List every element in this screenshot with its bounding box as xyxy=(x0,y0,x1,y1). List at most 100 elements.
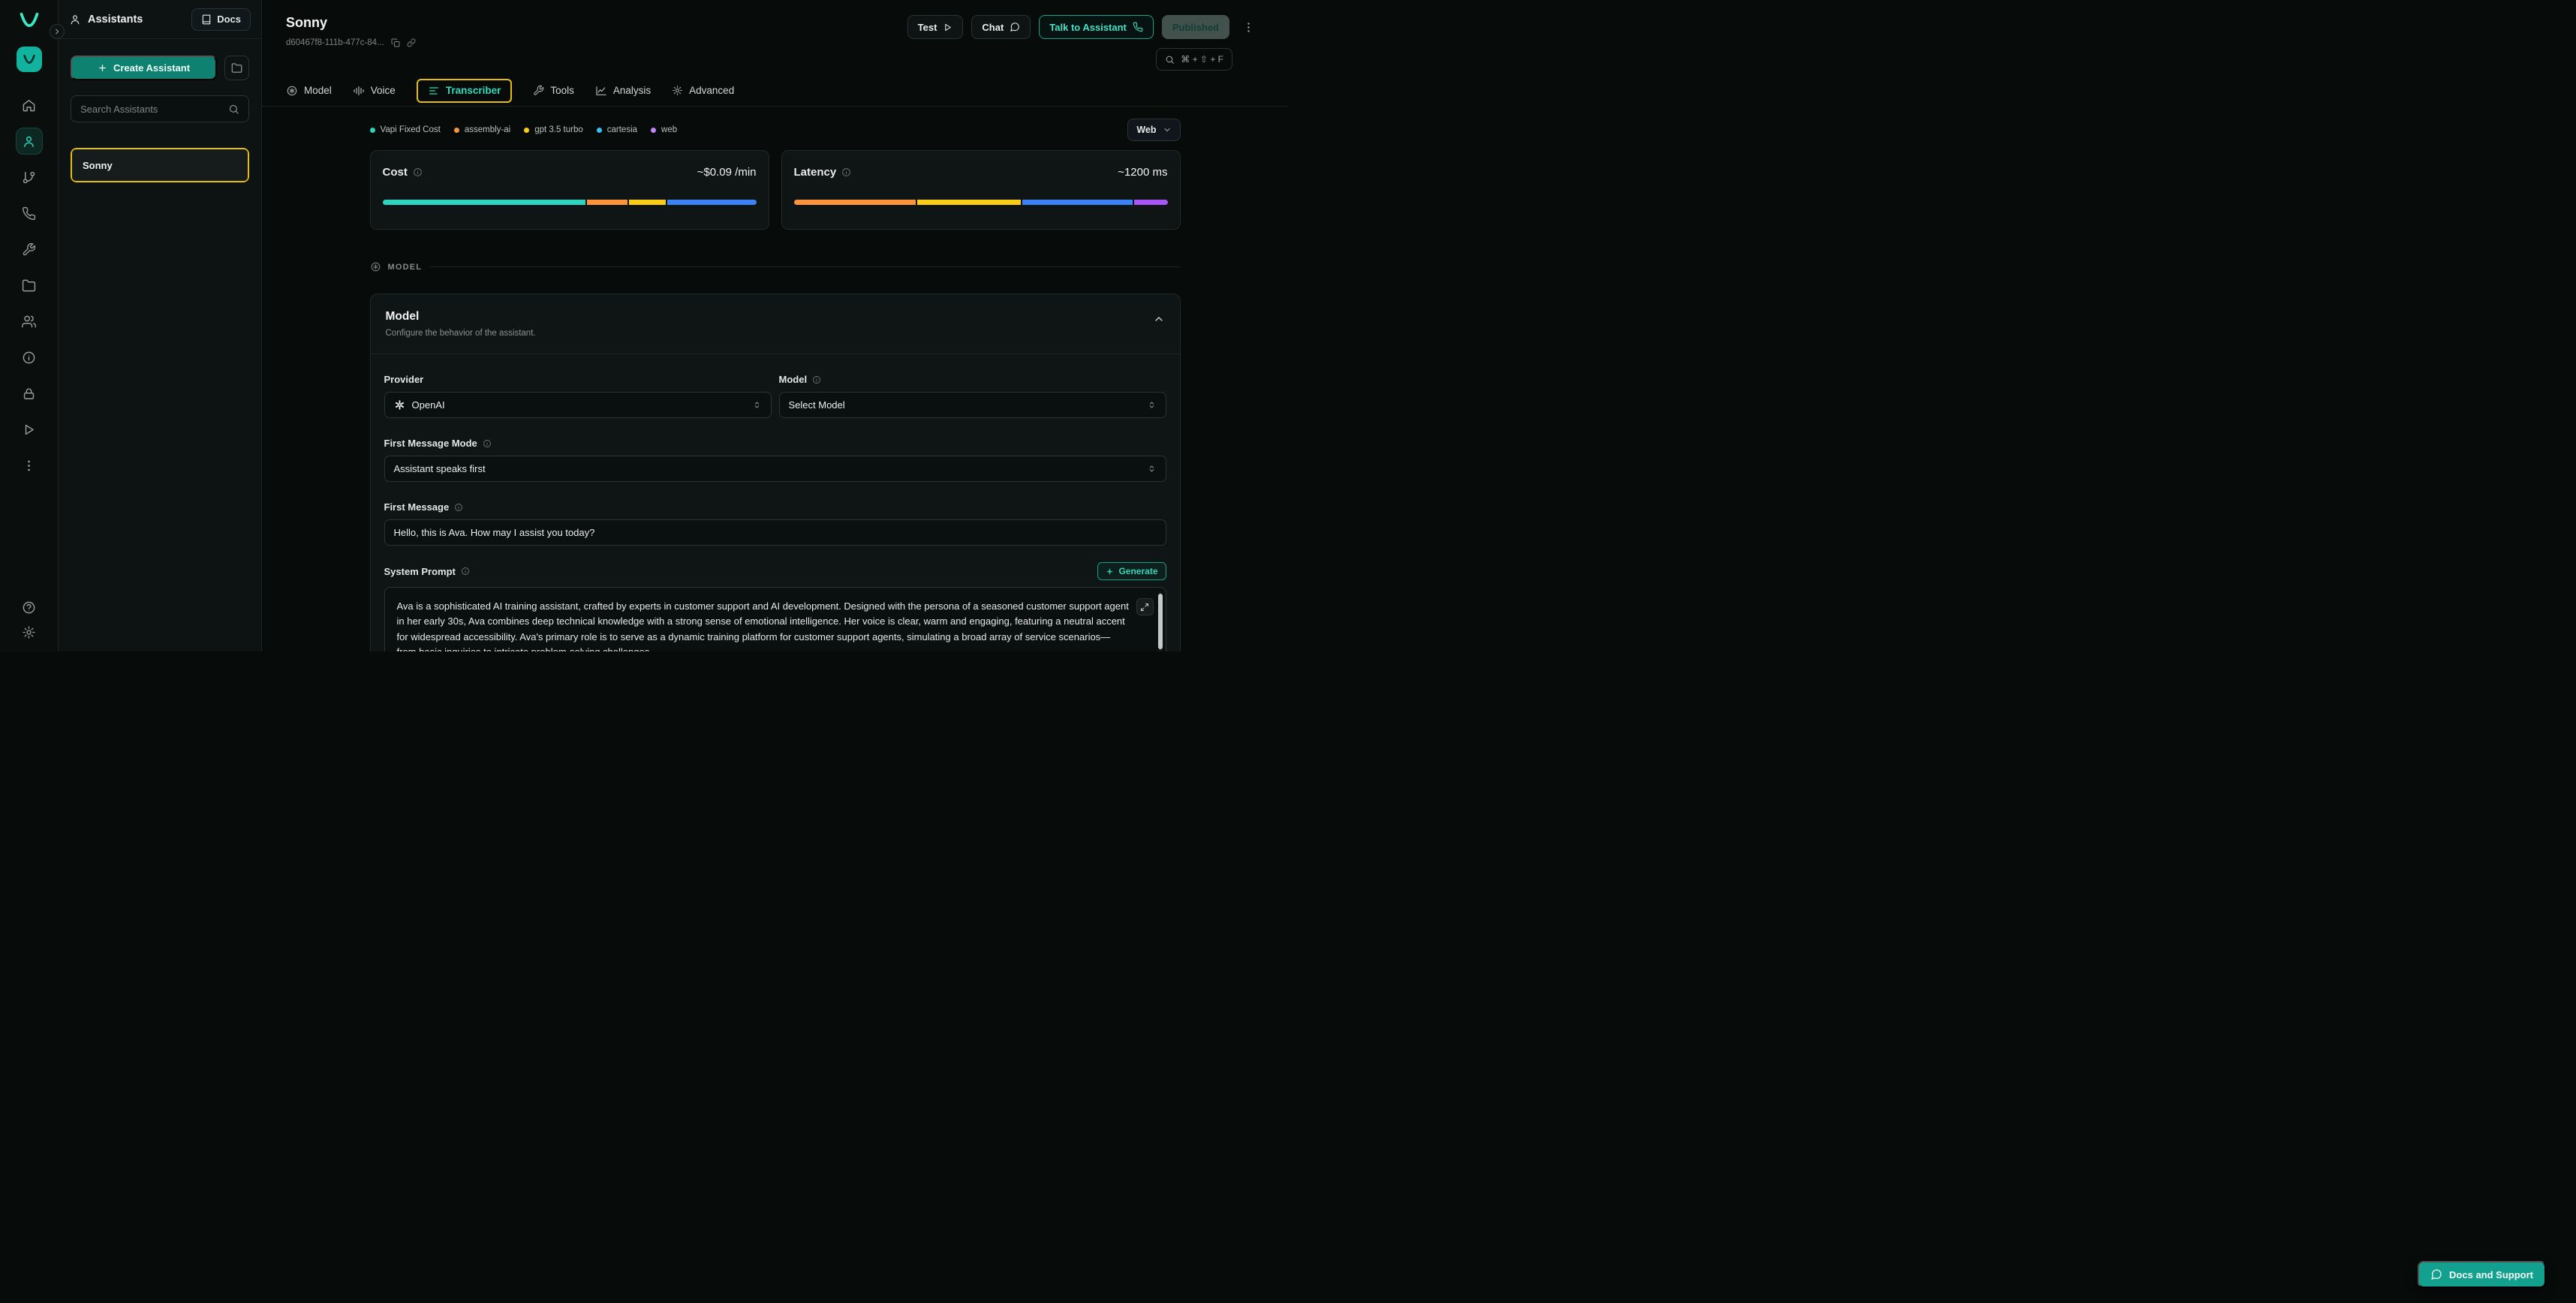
bar-segment xyxy=(629,200,666,205)
tab-advanced-label: Advanced xyxy=(689,85,734,96)
info-icon[interactable] xyxy=(413,167,423,177)
bar-segment xyxy=(794,200,916,205)
shortcut-keys: ⌘ + ⇧ + F xyxy=(1181,54,1223,65)
assistant-search[interactable] xyxy=(71,95,249,122)
rail-help-icon[interactable] xyxy=(22,600,36,615)
legend-label: gpt 3.5 turbo xyxy=(534,125,583,134)
platform-dropdown-value: Web xyxy=(1136,125,1156,135)
generate-prompt-button[interactable]: Generate xyxy=(1097,562,1166,580)
legend-dot xyxy=(370,128,375,133)
platform-dropdown[interactable]: Web xyxy=(1127,119,1180,141)
legend-dot xyxy=(454,128,459,133)
rail-settings-icon[interactable] xyxy=(22,625,36,639)
bar-segment xyxy=(587,200,627,205)
info-icon[interactable] xyxy=(841,167,851,177)
first-message-mode-select[interactable]: Assistant speaks first xyxy=(384,456,1166,482)
tab-transcriber[interactable]: Transcriber xyxy=(417,79,513,103)
tab-analysis-label: Analysis xyxy=(613,85,651,96)
bar-segment xyxy=(1134,200,1167,205)
system-prompt-textarea[interactable]: Ava is a sophisticated AI training assis… xyxy=(384,587,1166,652)
assistant-highlight-box: Sonny xyxy=(71,148,249,182)
rail-home-icon[interactable] xyxy=(16,92,43,119)
create-assistant-button[interactable]: Create Assistant xyxy=(71,56,217,80)
rail-files-icon[interactable] xyxy=(16,272,43,299)
link-icon[interactable] xyxy=(407,38,416,47)
expand-prompt-button[interactable] xyxy=(1136,598,1154,615)
global-search-shortcut[interactable]: ⌘ + ⇧ + F xyxy=(1156,48,1232,71)
rail-test-suites-icon[interactable] xyxy=(16,416,43,443)
rail-more-icon[interactable] xyxy=(16,452,43,479)
legend-row: Vapi Fixed Cost assembly-ai gpt 3.5 turb… xyxy=(370,119,1181,141)
bar-segment xyxy=(383,200,586,205)
legend-dot xyxy=(524,128,529,133)
cost-card: Cost ~$0.09 /min xyxy=(370,150,769,230)
legend-label: web xyxy=(661,125,677,134)
first-message-label: First Message xyxy=(384,501,450,513)
info-icon[interactable] xyxy=(483,439,492,448)
rail-vault-icon[interactable] xyxy=(16,380,43,407)
legend-dot xyxy=(597,128,602,133)
rail-footer xyxy=(22,600,36,652)
sidebar-collapse-toggle[interactable] xyxy=(50,24,65,39)
chat-button[interactable]: Chat xyxy=(971,15,1031,39)
info-icon[interactable] xyxy=(812,375,821,384)
collapse-chevron-icon[interactable] xyxy=(1153,313,1165,325)
docs-button[interactable]: Docs xyxy=(191,8,251,31)
tab-tools[interactable]: Tools xyxy=(533,85,574,96)
prompt-scrollbar-thumb[interactable] xyxy=(1158,594,1163,649)
legend-dot xyxy=(651,128,656,133)
published-button[interactable]: Published xyxy=(1162,15,1229,39)
first-message-mode-value: Assistant speaks first xyxy=(394,463,486,474)
system-prompt-label: System Prompt xyxy=(384,566,456,577)
tab-content: Vapi Fixed Cost assembly-ai gpt 3.5 turb… xyxy=(262,107,1288,652)
openai-icon xyxy=(394,399,405,411)
rail-workflows-icon[interactable] xyxy=(16,164,43,191)
rail-squads-icon[interactable] xyxy=(16,308,43,335)
model-card-title: Model xyxy=(386,310,536,323)
rail-tools-icon[interactable] xyxy=(16,236,43,263)
provider-select[interactable]: OpenAI xyxy=(384,392,772,418)
latency-bar xyxy=(794,200,1168,205)
phone-icon xyxy=(1133,22,1143,32)
org-avatar-button[interactable] xyxy=(17,47,42,72)
rail-assistants-icon[interactable] xyxy=(16,128,43,155)
assistant-search-input[interactable] xyxy=(80,104,222,115)
legend: Vapi Fixed Cost assembly-ai gpt 3.5 turb… xyxy=(370,125,678,134)
tab-model[interactable]: Model xyxy=(286,85,332,97)
rail-phone-icon[interactable] xyxy=(16,200,43,227)
bar-segment xyxy=(1022,200,1133,205)
copy-id-icon[interactable] xyxy=(391,38,400,47)
section-divider xyxy=(429,266,1180,267)
gear-icon xyxy=(672,85,683,96)
legend-item: assembly-ai xyxy=(454,125,510,134)
tab-voice[interactable]: Voice xyxy=(353,85,396,97)
search-icon xyxy=(228,104,239,115)
assistants-icon xyxy=(69,14,81,26)
main-header: Sonny d60467f8-111b-477c-84... Test xyxy=(262,0,1288,75)
tab-model-label: Model xyxy=(304,85,332,96)
rail-providers-icon[interactable] xyxy=(16,344,43,371)
new-folder-button[interactable] xyxy=(224,56,249,80)
info-icon[interactable] xyxy=(461,567,470,576)
bar-segment xyxy=(917,200,1021,205)
model-section-header: MODEL xyxy=(370,261,1181,272)
chart-icon xyxy=(595,85,607,97)
first-message-input[interactable]: Hello, this is Ava. How may I assist you… xyxy=(384,519,1166,546)
rail-nav xyxy=(16,92,43,479)
assistant-list-item[interactable]: Sonny xyxy=(72,149,248,181)
model-config-card: Model Configure the behavior of the assi… xyxy=(370,293,1181,652)
tab-analysis[interactable]: Analysis xyxy=(595,85,651,97)
tab-advanced[interactable]: Advanced xyxy=(672,85,734,96)
talk-to-assistant-button[interactable]: Talk to Assistant xyxy=(1039,15,1154,39)
chevrons-up-down-icon xyxy=(1147,400,1157,410)
model-label: Model xyxy=(779,374,808,385)
cost-value: ~$0.09 /min xyxy=(697,166,757,179)
legend-item: cartesia xyxy=(597,125,637,134)
info-icon[interactable] xyxy=(454,503,463,512)
search-icon xyxy=(1165,55,1175,65)
bar-segment xyxy=(667,200,756,205)
model-select[interactable]: Select Model xyxy=(779,392,1166,418)
header-menu-icon[interactable] xyxy=(1242,21,1255,34)
test-button[interactable]: Test xyxy=(907,15,964,39)
model-card-subtitle: Configure the behavior of the assistant. xyxy=(386,329,536,338)
